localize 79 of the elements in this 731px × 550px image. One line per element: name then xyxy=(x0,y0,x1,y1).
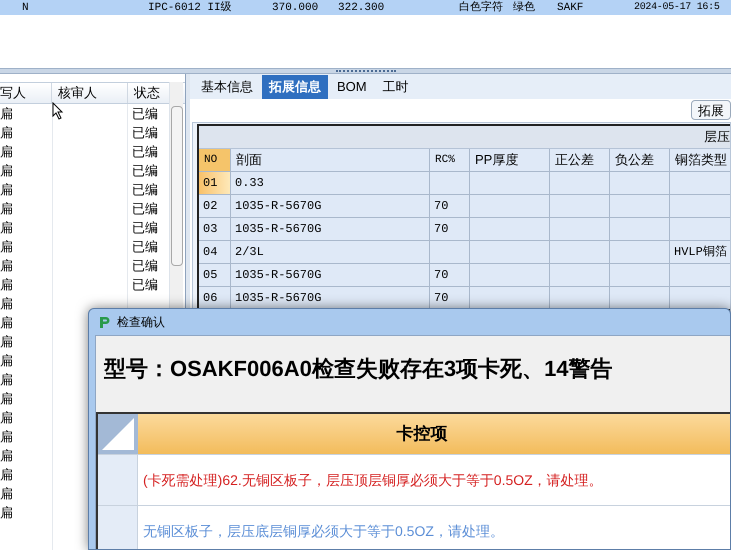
table-cell-text: 已编 xyxy=(131,238,159,256)
row-header[interactable] xyxy=(98,455,138,505)
column-header[interactable]: 正公差 xyxy=(550,149,610,171)
table-cell: 1035-R-5670G xyxy=(231,195,430,217)
tab[interactable]: 基本信息 xyxy=(194,75,260,99)
table-cell-text: 已编 xyxy=(131,105,159,123)
column-header[interactable]: 负公差 xyxy=(610,149,670,171)
table-cell-text: 扁 xyxy=(0,447,14,465)
table-cell-text: SAKF xyxy=(557,1,584,16)
table-cell-text: 2024-05-17 16:5 xyxy=(634,1,720,15)
table-cell-text: 扁 xyxy=(0,352,14,370)
table-cell-text: IPC-6012 II级 xyxy=(148,0,232,16)
table-cell: 70 xyxy=(430,195,470,217)
table-cell-text: 白色字符 xyxy=(459,0,503,16)
table-cell-text: 已编 xyxy=(131,219,159,237)
column-header[interactable]: 卡控项 xyxy=(396,421,448,447)
table-cell-text: 扁 xyxy=(0,257,14,275)
table-row[interactable]: N IPC-6012 II级 370.000 322.300 白色字符 绿色 SAKF 2024-05-17 16:5 xyxy=(0,0,731,15)
row-header[interactable] xyxy=(98,506,138,549)
window-title: 检查确认 xyxy=(117,314,165,331)
table-cell: 02 xyxy=(199,195,231,217)
table-cell: 70 xyxy=(430,264,470,286)
extend-button[interactable]: 拓展 xyxy=(691,100,731,120)
tab[interactable]: 工时 xyxy=(376,75,416,99)
table-cell-text: 扁 xyxy=(0,333,14,351)
panel-title: 层压 xyxy=(704,128,730,146)
table-cell-text: 已编 xyxy=(131,257,159,275)
table-cell-text: 扁 xyxy=(0,238,14,256)
table-cell: 1035-R-5670G xyxy=(231,264,430,286)
table-cell-text: 扁 xyxy=(0,181,14,199)
table-cell-text: 扁 xyxy=(0,409,14,427)
table-cell-text: 已编 xyxy=(131,276,159,294)
table-cell-text: 322.300 xyxy=(338,1,384,16)
table-cell: HVLP铜箔 xyxy=(670,241,731,263)
dialog-heading: 型号：OSAKF006A0检查失败存在3项卡死、14警告 xyxy=(103,355,614,383)
table-cell-text: 已编 xyxy=(131,200,159,218)
table-cell-text: (卡死需处理)62.无铜区板子，层压顶层铜厚必须大于等于0.5OZ，请处理。 xyxy=(143,470,603,490)
table-cell-text: 已编 xyxy=(131,143,159,161)
table-cell-text: 扁 xyxy=(0,124,14,142)
tab[interactable]: 拓展信息 xyxy=(262,75,328,99)
table-cell-text: 已编 xyxy=(131,181,159,199)
table-cell-text: N xyxy=(22,1,29,16)
table-cell-text: 扁 xyxy=(0,428,14,446)
table-cell-text: 扁 xyxy=(0,162,14,180)
table-cell-text: 已编 xyxy=(131,124,159,142)
table-cell-text: 扁 xyxy=(0,371,14,389)
column-header[interactable]: 写人 xyxy=(0,83,52,103)
table-cell-text: 扁 xyxy=(0,390,14,408)
table-cell-text: 扁 xyxy=(0,219,14,237)
table-cell: 1035-R-5670G xyxy=(231,218,430,240)
table-cell-text: 扁 xyxy=(0,105,14,123)
table-cell-text: 扁 xyxy=(0,466,14,484)
table-cell: 0.33 xyxy=(231,172,430,194)
table-cell: 03 xyxy=(199,218,231,240)
column-header[interactable]: NO xyxy=(199,149,231,171)
table-cell-text: 扁 xyxy=(0,200,14,218)
column-header[interactable]: 铜箔类型 xyxy=(670,149,731,171)
table-cell-text: 扁 xyxy=(0,504,14,522)
table-cell-text: 扁 xyxy=(0,143,14,161)
cursor-icon xyxy=(52,102,64,120)
app-logo-icon xyxy=(97,315,111,329)
tab[interactable]: BOM xyxy=(330,75,374,99)
table-cell-text: 370.000 xyxy=(272,1,318,16)
table-cell: 01 xyxy=(199,172,231,194)
table-cell-text: 扁 xyxy=(0,276,14,294)
table-cell-text: 扁 xyxy=(0,314,14,332)
table-cell: 05 xyxy=(199,264,231,286)
column-header[interactable]: PP厚度 xyxy=(470,149,550,171)
table-cell-text: 无铜区板子，层压底层铜厚必须大于等于0.5OZ，请处理。 xyxy=(143,522,504,540)
column-header[interactable]: 剖面 xyxy=(231,149,430,171)
table-cell: 70 xyxy=(430,218,470,240)
table-cell-text: 扁 xyxy=(0,295,14,313)
table-cell: 04 xyxy=(199,241,231,263)
column-header[interactable]: RC% xyxy=(430,149,470,171)
table-cell-text: 已编 xyxy=(131,162,159,180)
select-all-corner[interactable] xyxy=(98,414,138,454)
table-cell-text: 扁 xyxy=(0,485,14,503)
table-cell: 2/3L xyxy=(231,241,430,263)
table-cell-text: 绿色 xyxy=(513,0,535,16)
